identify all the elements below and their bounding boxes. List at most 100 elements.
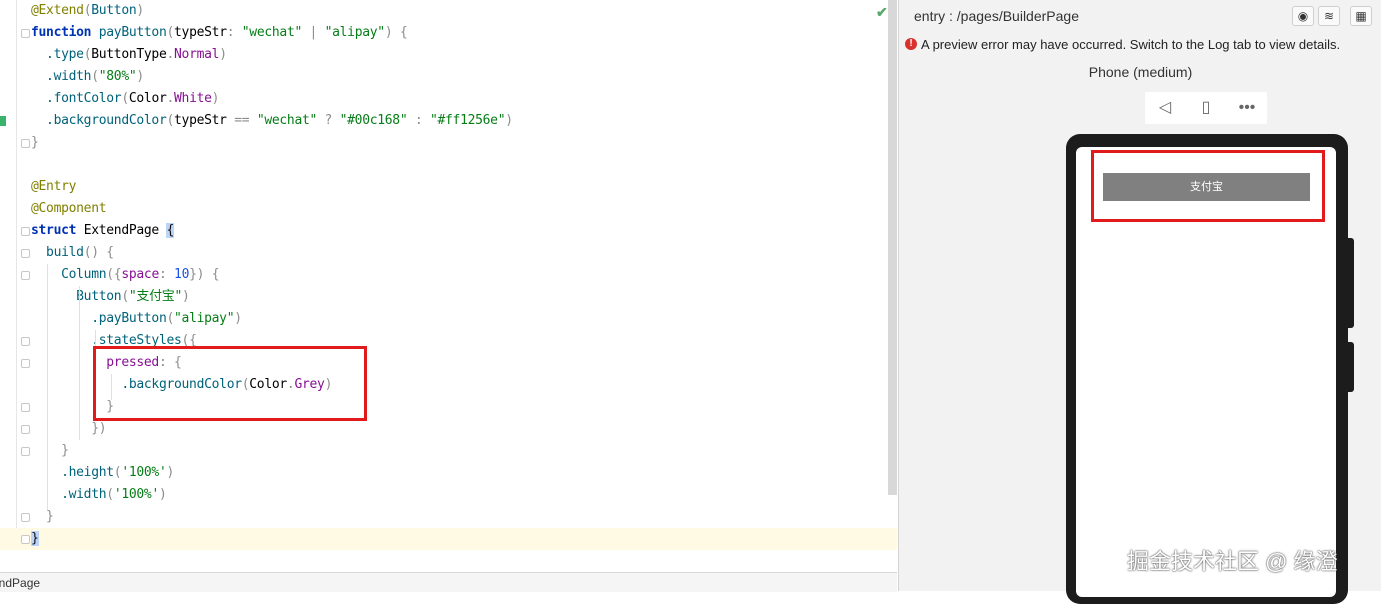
code-token: Button	[31, 289, 122, 304]
fold-toggle-icon[interactable]	[21, 139, 30, 148]
fold-toggle-icon[interactable]	[21, 249, 30, 258]
code-token: .type	[31, 47, 84, 62]
watermark: 掘金技术社区 @ 缘澄	[1127, 549, 1338, 574]
code-line[interactable]: @Extend(Button)	[0, 0, 897, 22]
code-token: .backgroundColor	[31, 113, 167, 128]
code-line[interactable]: }	[0, 528, 897, 550]
code-text: }	[31, 530, 39, 548]
back-icon[interactable]: ◁	[1145, 92, 1185, 124]
code-line[interactable]: })	[0, 418, 897, 440]
code-token: Normal	[174, 47, 220, 62]
code-line[interactable]: .height('100%')	[0, 462, 897, 484]
code-line[interactable]: .width('100%')	[0, 484, 897, 506]
more-icon[interactable]: •••	[1227, 92, 1267, 124]
fold-toggle-icon[interactable]	[21, 337, 30, 346]
code-text: @Extend(Button)	[31, 2, 144, 20]
fold-toggle-icon[interactable]	[21, 535, 30, 544]
code-text: Button("支付宝")	[31, 288, 190, 306]
code-line[interactable]: .width("80%")	[0, 66, 897, 88]
code-editor[interactable]: @Extend(Button) function payButton(typeSt…	[0, 0, 897, 592]
code-token: "alipay"	[174, 311, 235, 326]
fold-toggle-icon[interactable]	[21, 513, 30, 522]
code-token: }	[31, 531, 39, 546]
code-line[interactable]: struct ExtendPage {	[0, 220, 897, 242]
code-line[interactable]: @Entry	[0, 176, 897, 198]
code-line[interactable]: function payButton(typeStr: "wechat" | "…	[0, 22, 897, 44]
highlight-box-preview	[1091, 150, 1325, 222]
code-line[interactable]: }	[0, 440, 897, 462]
code-token: typeStr	[174, 113, 227, 128]
code-token: ExtendPage	[83, 223, 167, 238]
preview-error-banner: ! A preview error may have occurred. Swi…	[899, 34, 1381, 56]
code-token: }	[31, 135, 39, 150]
code-token: ({	[106, 267, 122, 282]
code-line[interactable]: .payButton("alipay")	[0, 308, 897, 330]
code-token: ) {	[384, 25, 408, 40]
code-line[interactable]: build() {	[0, 242, 897, 264]
fold-toggle-icon[interactable]	[21, 447, 30, 456]
code-text: Column({space: 10}) {	[31, 266, 219, 284]
code-token: payButton	[98, 25, 167, 40]
code-token: :	[158, 267, 175, 282]
code-token: (	[91, 69, 99, 84]
code-token: "alipay"	[324, 25, 386, 40]
code-text: .fontColor(Color.White)	[31, 90, 219, 108]
code-token: function	[31, 25, 99, 40]
code-token: (	[121, 289, 129, 304]
previewer-pane: entry : /pages/BuilderPage ◉ ≋ ▦ ! A pre…	[898, 0, 1381, 604]
indent-guide	[79, 286, 80, 440]
code-line[interactable]: @Component	[0, 198, 897, 220]
code-line[interactable]: .type(ButtonType.Normal)	[0, 44, 897, 66]
code-line[interactable]: Column({space: 10}) {	[0, 264, 897, 286]
rotate-device-icon[interactable]: ▯	[1186, 92, 1226, 124]
code-token: ==	[226, 113, 257, 128]
phone-side-button	[1348, 342, 1354, 392]
code-token: @Extend	[31, 3, 84, 18]
code-token: )	[211, 91, 220, 106]
code-line[interactable]: Button("支付宝")	[0, 286, 897, 308]
code-text: struct ExtendPage {	[31, 222, 174, 240]
code-token: build	[31, 245, 84, 260]
code-text: @Component	[31, 200, 107, 218]
inspector-icon[interactable]: ◉	[1292, 6, 1314, 26]
code-line[interactable]: .backgroundColor(typeStr == "wechat" ? "…	[0, 110, 897, 132]
code-text: .height('100%')	[31, 464, 174, 482]
code-token: @Component	[31, 201, 107, 216]
code-token: "#00c168"	[339, 113, 408, 128]
code-token: typeStr	[174, 25, 227, 40]
code-token: Column	[31, 267, 107, 282]
code-token: )	[234, 311, 242, 326]
fold-toggle-icon[interactable]	[21, 403, 30, 412]
code-line[interactable]: }	[0, 132, 897, 154]
code-line[interactable]	[0, 154, 897, 176]
fold-toggle-icon[interactable]	[21, 359, 30, 368]
code-line[interactable]: .fontColor(Color.White)	[0, 88, 897, 110]
code-line[interactable]: }	[0, 506, 897, 528]
code-token: .fontColor	[31, 91, 122, 106]
code-token: :	[407, 113, 430, 128]
fold-toggle-icon[interactable]	[21, 425, 30, 434]
code-token: (	[166, 25, 175, 40]
code-text: }	[31, 134, 39, 152]
code-token: .width	[31, 69, 92, 84]
code-token: }) {	[189, 267, 220, 282]
code-token: )	[219, 47, 227, 62]
layers-icon[interactable]: ≋	[1318, 6, 1340, 26]
fold-toggle-icon[interactable]	[21, 227, 30, 236]
indent-guide	[47, 264, 48, 510]
fold-toggle-icon[interactable]	[21, 29, 30, 38]
code-text: .width("80%")	[31, 68, 144, 86]
error-icon: !	[905, 38, 917, 50]
code-token: :	[226, 25, 242, 40]
fold-toggle-icon[interactable]	[21, 271, 30, 280]
code-text: }	[31, 442, 69, 460]
phone-side-button	[1348, 238, 1354, 328]
code-token: (	[166, 113, 175, 128]
code-token: Button	[91, 3, 137, 18]
code-token: (	[121, 91, 129, 106]
editor-scrollbar[interactable]	[888, 0, 897, 495]
multi-device-icon[interactable]: ▦	[1350, 6, 1372, 26]
code-text: }	[31, 508, 54, 526]
code-token: White	[174, 91, 212, 106]
code-token: struct	[31, 223, 84, 238]
